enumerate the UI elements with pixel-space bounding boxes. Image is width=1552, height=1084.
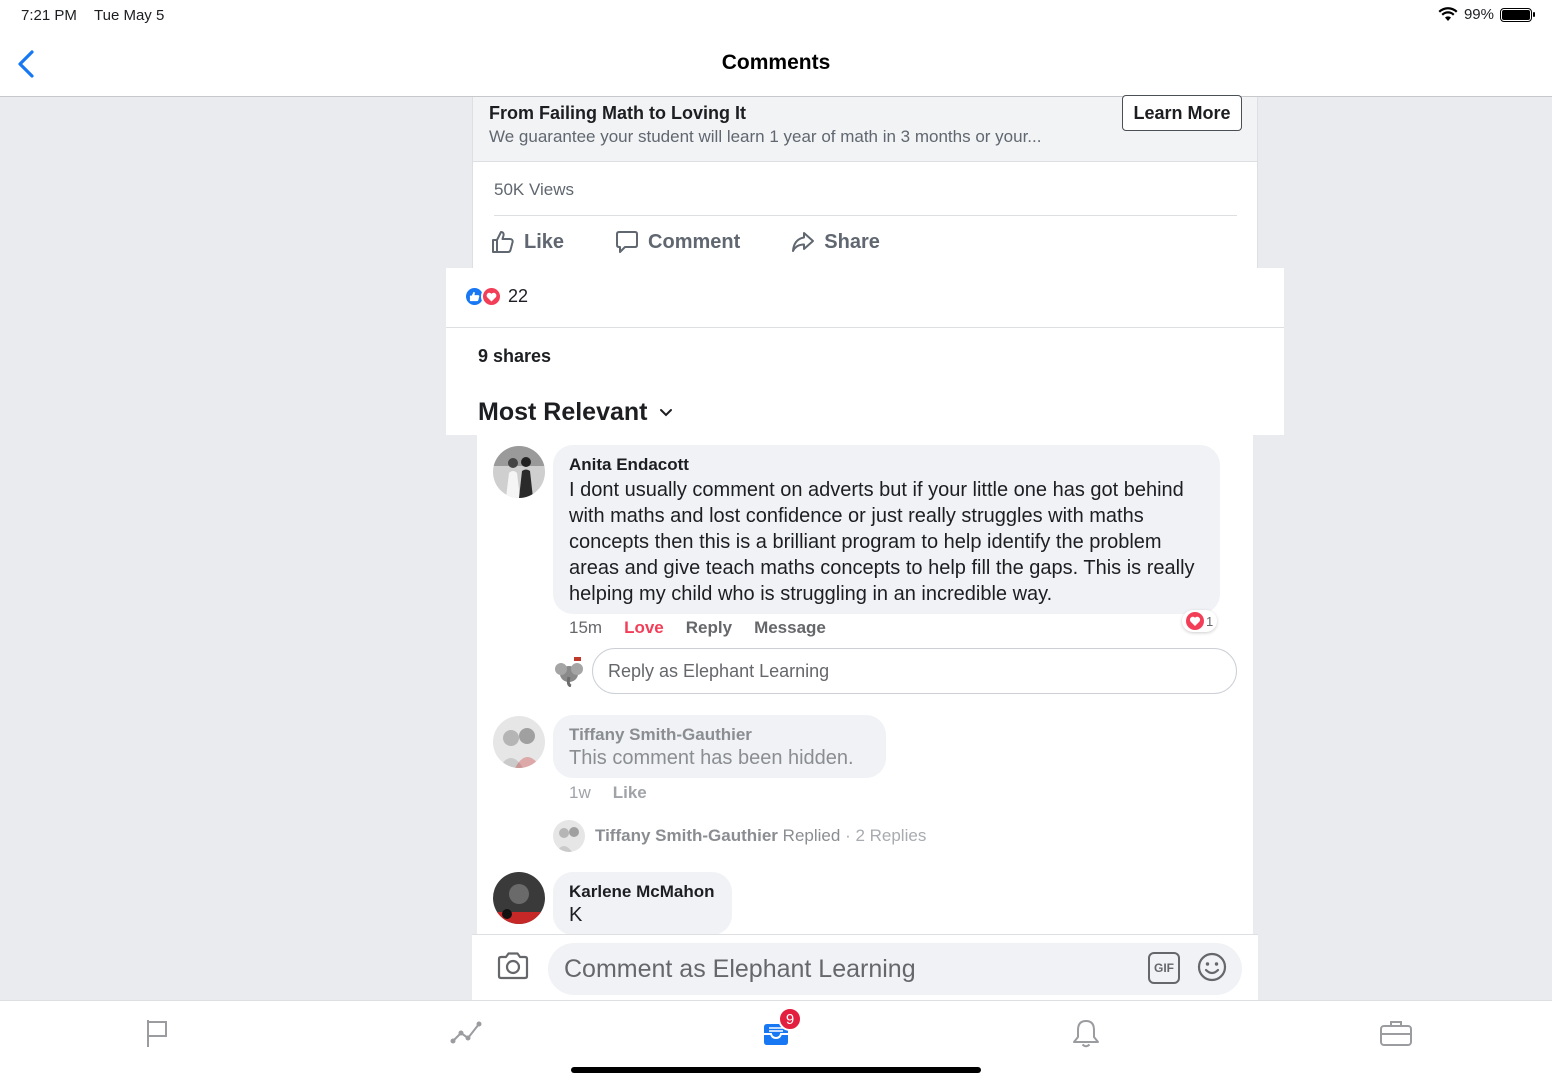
- avatar[interactable]: [493, 872, 545, 924]
- comment-reactions[interactable]: 1: [1182, 610, 1218, 632]
- status-bar: 7:21 PM Tue May 5 99%: [0, 0, 1552, 30]
- ad-title: From Failing Math to Loving It: [489, 103, 746, 123]
- replies-link[interactable]: Tiffany Smith-Gauthier Replied · 2 Repli…: [553, 820, 926, 852]
- reactions-summary[interactable]: 22: [464, 286, 528, 307]
- love-link[interactable]: Love: [624, 618, 664, 638]
- comment-author[interactable]: Tiffany Smith-Gauthier: [569, 725, 870, 745]
- page-avatar: [553, 655, 585, 687]
- shares-count[interactable]: 9 shares: [478, 346, 551, 367]
- thumbs-up-icon: [492, 231, 514, 253]
- replies-count: · 2 Replies: [845, 826, 927, 845]
- sort-label: Most Relevant: [478, 398, 648, 426]
- comment-text: K: [569, 904, 583, 926]
- tab-tools[interactable]: [1376, 1015, 1416, 1051]
- like-link[interactable]: Like: [613, 783, 647, 803]
- comment-input[interactable]: Comment as Elephant Learning: [548, 943, 1242, 995]
- like-label: Like: [524, 230, 565, 253]
- sort-dropdown[interactable]: Most Relevant: [478, 398, 673, 427]
- comment-composer: Comment as Elephant Learning GIF: [472, 934, 1258, 1000]
- status-right: 99%: [1438, 6, 1535, 23]
- inbox-badge: 9: [778, 1007, 802, 1031]
- smiley-icon: [1197, 952, 1227, 982]
- avatar[interactable]: [493, 446, 545, 498]
- share-label: Share: [824, 230, 880, 253]
- camera-button[interactable]: [496, 951, 530, 986]
- reply-link[interactable]: Reply: [686, 618, 732, 638]
- post-actions: Like Comment Share: [490, 227, 880, 257]
- bell-icon: [1073, 1020, 1099, 1048]
- wifi-icon: [1438, 7, 1458, 21]
- comment-actions: 1w Like: [569, 783, 647, 803]
- briefcase-icon: [1380, 1021, 1412, 1046]
- battery-percent: 99%: [1463, 6, 1494, 23]
- ad-strip[interactable]: From Failing Math to Loving It We guaran…: [473, 95, 1257, 162]
- flag-icon: [147, 1020, 167, 1047]
- post-card: From Failing Math to Loving It We guaran…: [472, 95, 1258, 268]
- comment-author[interactable]: Karlene McMahon: [569, 882, 716, 902]
- avatar[interactable]: [493, 716, 545, 768]
- comment-time: 1w: [569, 783, 591, 802]
- divider: [446, 327, 1284, 328]
- views-count: 50K Views: [494, 180, 575, 199]
- reaction-count: 22: [508, 286, 529, 306]
- comment-actions: 15m Love Reply Message: [569, 618, 826, 638]
- page-title: Comments: [721, 51, 831, 74]
- chart-line-icon: [450, 1021, 482, 1044]
- share-icon: [792, 232, 815, 252]
- status-date: Tue May 5: [94, 7, 165, 24]
- comment-reaction-count: 1: [1206, 613, 1214, 629]
- status-time: 7:21 PM: [21, 7, 77, 24]
- comment-bubble[interactable]: Anita Endacott I dont usually comment on…: [553, 445, 1220, 614]
- comment-label: Comment: [648, 230, 741, 253]
- nav-bar: Comments: [0, 30, 1552, 97]
- comment-time: 15m: [569, 618, 603, 637]
- tab-inbox[interactable]: 9: [756, 1007, 802, 1051]
- divider: [494, 215, 1237, 216]
- camera-icon: [497, 952, 529, 980]
- comment-icon: [616, 231, 639, 253]
- share-button[interactable]: Share: [790, 227, 880, 257]
- comment-text: This comment has been hidden.: [569, 747, 854, 769]
- comment-bubble[interactable]: Tiffany Smith-Gauthier This comment has …: [553, 715, 886, 778]
- learn-more-button[interactable]: Learn More: [1122, 95, 1242, 131]
- tab-notifications[interactable]: [1066, 1015, 1106, 1051]
- chevron-down-icon: [660, 408, 673, 416]
- tab-pages[interactable]: [136, 1015, 176, 1051]
- reply-input[interactable]: Reply as Elephant Learning: [592, 648, 1237, 694]
- home-indicator: [571, 1067, 981, 1073]
- comment-button[interactable]: Comment: [614, 227, 740, 257]
- comments-list: Anita Endacott I dont usually comment on…: [477, 435, 1253, 935]
- love-reaction-icon: [481, 286, 502, 307]
- replied-label: Replied: [782, 826, 841, 845]
- like-button[interactable]: Like: [490, 227, 564, 257]
- post-meta: 22 9 shares Most Relevant: [446, 268, 1284, 435]
- gif-button[interactable]: GIF: [1148, 952, 1180, 984]
- ad-description: We guarantee your student will learn 1 y…: [489, 127, 1042, 146]
- avatar: [553, 820, 585, 852]
- love-reaction-icon: [1186, 612, 1204, 630]
- comment-bubble[interactable]: Karlene McMahon K: [553, 872, 732, 935]
- replied-author: Tiffany Smith-Gauthier: [595, 826, 778, 845]
- comment-text: I dont usually comment on adverts but if…: [569, 479, 1195, 605]
- tab-insights[interactable]: [446, 1015, 486, 1051]
- message-link[interactable]: Message: [754, 618, 826, 638]
- battery-icon: [1500, 7, 1535, 22]
- emoji-button[interactable]: [1196, 951, 1228, 988]
- comment-author[interactable]: Anita Endacott: [569, 455, 1204, 475]
